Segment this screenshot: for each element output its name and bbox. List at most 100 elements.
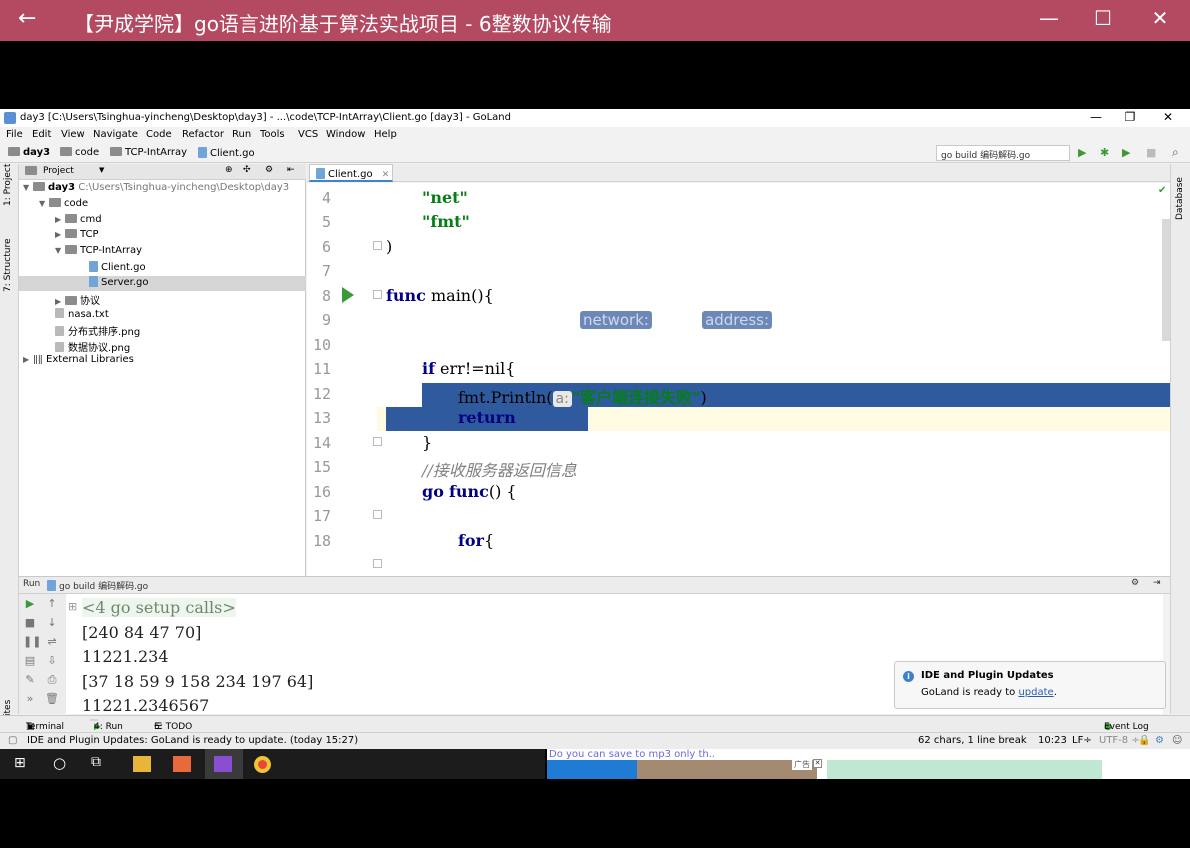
menu-vcs[interactable]: VCS <box>298 129 318 140</box>
status-caret-position[interactable]: 10:23 <box>1038 735 1067 746</box>
scroll-up-icon[interactable]: ↑ <box>45 597 59 610</box>
chevron-down-icon[interactable]: ▼ <box>55 246 65 255</box>
status-message[interactable]: IDE and Plugin Updates: GoLand is ready … <box>27 735 358 746</box>
scroll-to-end-icon[interactable]: ⇩ <box>45 654 59 667</box>
ide-minimize-button[interactable]: — <box>1086 110 1106 124</box>
menu-navigate[interactable]: Navigate <box>93 129 138 140</box>
chevron-right-icon[interactable]: ▶ <box>55 215 65 224</box>
print-icon[interactable]: ⎙ <box>45 673 59 687</box>
tab-client-go[interactable]: Client.go ✕ <box>309 164 393 182</box>
hide-panel-icon[interactable]: ⇥ <box>1153 578 1161 588</box>
run-icon[interactable]: ▶ <box>1078 146 1086 159</box>
chevron-down-icon[interactable]: ▼ <box>39 199 49 208</box>
structure-tool-button[interactable]: 7: Structure <box>3 239 13 293</box>
gear-icon[interactable]: ⚙ <box>265 165 273 175</box>
breadcrumb-tcp-intarray[interactable]: TCP-IntArray <box>110 147 187 158</box>
menu-run[interactable]: Run <box>232 129 251 140</box>
hide-panel-icon[interactable]: ⇤ <box>287 165 295 175</box>
menu-window[interactable]: Window <box>326 129 365 140</box>
close-tab-icon[interactable]: ✕ <box>382 170 390 180</box>
pin-icon[interactable]: ✎ <box>23 673 37 686</box>
stop-icon[interactable]: ■ <box>1146 146 1156 159</box>
gear-icon[interactable]: ⚙ <box>1131 578 1139 588</box>
task-view-icon[interactable]: ⧉ <box>91 754 101 770</box>
collapse-icon[interactable]: ✣ <box>243 165 251 175</box>
pause-icon[interactable]: ❚❚ <box>23 635 41 648</box>
close-button[interactable]: ✕ <box>1145 6 1175 30</box>
breadcrumb-day3[interactable]: day3 <box>8 147 50 158</box>
tree-item-sort-png[interactable]: 分布式排序.png <box>19 323 306 338</box>
trash-icon[interactable]: 🗑 <box>45 692 59 705</box>
run-configuration-select[interactable]: go build 编码解码.go <box>936 145 1070 161</box>
tree-item-server-go[interactable]: Server.go <box>19 276 306 291</box>
project-view-select[interactable]: Project <box>43 166 74 176</box>
lock-icon[interactable]: 🔒 <box>1138 735 1150 746</box>
search-icon[interactable]: ○ <box>53 754 66 772</box>
locate-icon[interactable]: ⊕ <box>225 165 233 175</box>
chevron-right-icon[interactable]: ▶ <box>23 355 33 364</box>
coverage-icon[interactable]: ▶ <box>1122 146 1130 159</box>
media-player-icon[interactable] <box>173 756 191 772</box>
status-line-separator[interactable]: LF÷ <box>1072 735 1092 746</box>
menu-edit[interactable]: Edit <box>32 129 51 140</box>
menu-code[interactable]: Code <box>146 129 172 140</box>
tree-item-xieyi[interactable]: ▶ 协议 <box>19 292 306 307</box>
menu-view[interactable]: View <box>61 129 85 140</box>
maximize-button[interactable]: ☐ <box>1088 6 1118 30</box>
update-link[interactable]: update <box>1018 687 1053 698</box>
fold-marker-icon[interactable] <box>373 241 382 250</box>
fold-marker-icon[interactable] <box>373 290 382 299</box>
tab-run[interactable]: ▶ 4: Run <box>90 719 123 732</box>
status-panel-icon[interactable]: ▢ <box>8 735 17 746</box>
code-editor[interactable]: 4 5 6 7 8 9 10 11 12 13 14 15 16 17 18 "… <box>307 183 1170 576</box>
tree-item-cmd[interactable]: ▶ cmd <box>19 214 306 229</box>
layout-icon[interactable]: ▤ <box>23 654 37 667</box>
tree-item-tcp[interactable]: ▶ TCP <box>19 229 306 244</box>
chevron-right-icon[interactable]: ▶ <box>55 297 65 306</box>
chevron-down-icon[interactable]: ▼ <box>99 166 104 174</box>
back-arrow-icon[interactable]: ← <box>18 6 36 31</box>
goland-taskbar-icon[interactable] <box>214 756 232 772</box>
tree-item-code[interactable]: ▼ code <box>19 198 306 213</box>
breadcrumb-code[interactable]: code <box>60 147 99 158</box>
scroll-down-icon[interactable]: ↓ <box>45 616 59 629</box>
file-explorer-icon[interactable] <box>133 756 151 772</box>
more-icon[interactable]: » <box>23 692 37 705</box>
rerun-icon[interactable]: ▶ <box>23 597 37 610</box>
tree-item-protocol-png[interactable]: 数据协议.png <box>19 339 306 354</box>
tree-item-client-go[interactable]: Client.go <box>19 261 306 276</box>
ad-banner[interactable]: Do you can save to mp3 only th.. 广告 ✕ <box>547 749 1190 779</box>
menu-help[interactable]: Help <box>374 129 397 140</box>
soft-wrap-icon[interactable]: ⇌ <box>45 635 59 648</box>
menu-refactor[interactable]: Refactor <box>182 129 224 140</box>
chrome-icon[interactable] <box>254 756 271 773</box>
project-tool-button[interactable]: 1: Project <box>3 164 13 206</box>
run-gutter-icon[interactable] <box>342 287 354 303</box>
ide-restore-button[interactable]: ❐ <box>1120 110 1140 124</box>
tree-item-nasa-txt[interactable]: nasa.txt <box>19 308 306 323</box>
stop-icon[interactable]: ■ <box>23 616 37 629</box>
tree-item-day3[interactable]: ▼ day3 C:\Users\Tsinghua-yincheng\Desktop… <box>19 182 306 197</box>
ide-close-button[interactable]: ✕ <box>1158 110 1178 124</box>
gear-icon[interactable]: ⚙ <box>1155 735 1164 746</box>
chevron-right-icon[interactable]: ▶ <box>55 230 65 239</box>
expand-icon[interactable]: ⊞ <box>68 600 77 613</box>
minimize-button[interactable]: — <box>1034 6 1064 30</box>
status-encoding[interactable]: UTF-8 ÷ <box>1099 735 1140 746</box>
menu-tools[interactable]: Tools <box>260 129 285 140</box>
breadcrumb-client-go[interactable]: Client.go <box>198 147 255 159</box>
fold-marker-icon[interactable] <box>373 510 382 519</box>
fold-marker-icon[interactable] <box>373 559 382 568</box>
search-everywhere-icon[interactable]: ⌕ <box>1172 145 1179 160</box>
windows-start-icon[interactable]: ⊞ <box>14 755 26 771</box>
ad-close-icon[interactable]: ✕ <box>813 759 822 768</box>
debug-icon[interactable]: ✱ <box>1100 146 1109 159</box>
chevron-down-icon[interactable]: ▼ <box>23 183 33 192</box>
database-tool-button[interactable]: Database <box>1175 177 1185 220</box>
ad-text[interactable]: Do you can save to mp3 only th.. <box>549 749 715 760</box>
tree-item-tcp-intarray[interactable]: ▼ TCP-IntArray <box>19 245 306 260</box>
menu-file[interactable]: File <box>6 129 23 140</box>
tree-item-external-libraries[interactable]: ▶ ǁǁ External Libraries <box>19 354 306 369</box>
editor-scrollbar[interactable] <box>1162 219 1170 341</box>
update-notification[interactable]: i IDE and Plugin Updates GoLand is ready… <box>894 661 1166 709</box>
